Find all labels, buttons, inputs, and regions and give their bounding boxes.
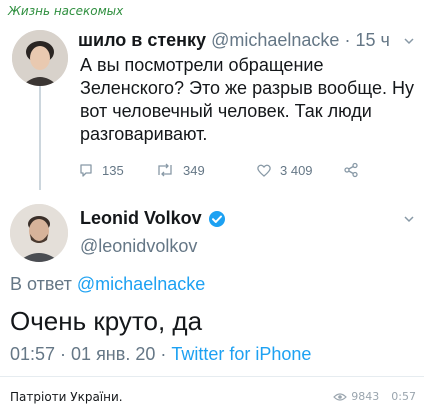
tweet2-timestamp[interactable]: 01:57 · 01 янв. 20 · <box>10 344 166 364</box>
avatar-image <box>12 30 68 86</box>
post-caption: Патріоти України. <box>10 390 123 404</box>
thread-line <box>39 82 41 190</box>
tweet1-header: шило в стенку @michaelnacke · 15 ч <box>78 30 390 51</box>
tweet1-text: А вы посмотрели обращение Зеленского? Эт… <box>80 55 414 144</box>
tweet1-display-name[interactable]: шило в стенку <box>78 30 206 50</box>
avatar-leonidvolkov[interactable] <box>10 204 68 262</box>
chevron-down-icon[interactable] <box>404 214 414 224</box>
reply-mention-link[interactable]: @michaelnacke <box>77 274 205 294</box>
post-meta: 9843 0:57 <box>333 390 416 403</box>
retweet-count: 349 <box>183 162 205 178</box>
retweet-button[interactable]: 349 <box>155 160 205 180</box>
reply-prefix: В ответ <box>10 274 72 294</box>
share-icon <box>344 162 358 178</box>
view-count: 9843 <box>351 390 380 403</box>
avatar-michaelnacke[interactable] <box>12 30 68 86</box>
reply-count: 135 <box>102 162 124 178</box>
share-button[interactable] <box>343 160 367 180</box>
reply-icon <box>80 164 92 177</box>
reply-to: В ответ @michaelnacke <box>10 274 205 295</box>
tweet2-text: Очень круто, да <box>10 306 203 336</box>
tweet2-display-name[interactable]: Leonid Volkov <box>80 208 202 229</box>
heart-icon <box>257 164 271 177</box>
tweet2-handle[interactable]: @leonidvolkov <box>80 236 197 257</box>
tweet1-handle[interactable]: @michaelnacke <box>211 30 339 50</box>
tweet2-header: Leonid Volkov <box>80 208 226 229</box>
post-time: 0:57 <box>391 390 416 403</box>
like-button[interactable]: 3 409 <box>256 160 313 180</box>
tweet2-source-link[interactable]: Twitter for iPhone <box>171 344 311 364</box>
tweet1-time[interactable]: 15 ч <box>355 30 389 50</box>
tweet1-actions: 135 349 3 409 <box>78 160 378 180</box>
channel-title[interactable]: Жизнь насекомых <box>8 4 123 18</box>
tweet1-separator: · <box>344 30 351 50</box>
avatar-image <box>10 204 68 262</box>
tweet2-meta: 01:57 · 01 янв. 20 · Twitter for iPhone <box>10 344 311 365</box>
like-count: 3 409 <box>280 162 313 178</box>
reply-button[interactable]: 135 <box>78 160 124 180</box>
chevron-down-icon[interactable] <box>404 36 414 46</box>
verified-badge-icon <box>208 210 225 227</box>
divider <box>0 376 424 377</box>
retweet-icon <box>158 163 172 177</box>
eye-icon <box>333 392 348 401</box>
